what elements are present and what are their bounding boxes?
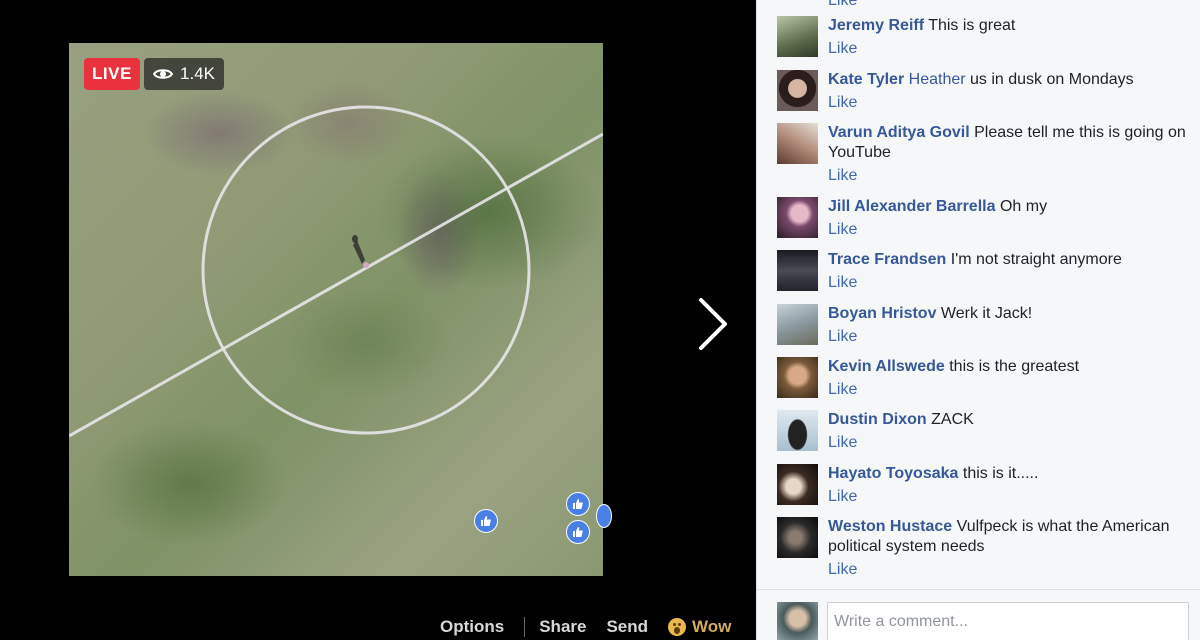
- like-link[interactable]: Like: [828, 433, 974, 453]
- comment-item: Kate Tyler Heather us in dusk on Mondays…: [777, 70, 1197, 113]
- comment-text: I'm not straight anymore: [950, 251, 1122, 268]
- comment-text: This is great: [928, 17, 1016, 34]
- like-reaction-icon: [566, 520, 590, 544]
- soccer-field-image: [69, 105, 603, 438]
- viewer-count: 1.4K: [180, 64, 215, 83]
- comment-item: Jill Alexander Barrella Oh my Like: [777, 197, 1197, 240]
- avatar[interactable]: [777, 250, 818, 291]
- options-button[interactable]: Options: [440, 617, 504, 637]
- like-link[interactable]: Like: [828, 487, 1038, 507]
- mention-link[interactable]: Heather: [909, 71, 966, 88]
- comment-text: this is it.....: [962, 465, 1039, 482]
- commenter-name[interactable]: Jill Alexander Barrella: [828, 198, 996, 215]
- commenter-name[interactable]: Dustin Dixon: [828, 411, 927, 428]
- avatar[interactable]: [777, 16, 818, 57]
- actions-divider: [524, 617, 526, 637]
- commenter-name[interactable]: Hayato Toyosaka: [828, 465, 958, 482]
- comments-panel: Like Jeremy Reiff This is great Like Kate…: [756, 0, 1200, 640]
- comment-item: Boyan Hristov Werk it Jack! Like: [777, 304, 1197, 347]
- comment-item: Kevin Allswede this is the greatest Like: [777, 357, 1197, 400]
- comment-input[interactable]: [828, 603, 1200, 640]
- eye-icon: [153, 69, 173, 79]
- comment-text: Werk it Jack!: [940, 305, 1033, 322]
- avatar[interactable]: [777, 517, 818, 558]
- live-badge: LIVE: [84, 58, 140, 90]
- comment-text: ZACK: [931, 411, 974, 428]
- like-reaction-icon: [566, 492, 590, 516]
- commenter-name[interactable]: Weston Hustace: [828, 518, 952, 535]
- like-link[interactable]: Like: [828, 560, 1197, 580]
- next-video-chevron-icon[interactable]: [696, 296, 730, 352]
- comment-text: Oh my: [999, 198, 1048, 215]
- commenter-name[interactable]: Varun Aditya Govil: [828, 124, 970, 141]
- commenter-name[interactable]: Kevin Allswede: [828, 358, 945, 375]
- comment-text: us in dusk on Mondays: [970, 71, 1134, 88]
- commenter-name[interactable]: Kate Tyler: [828, 71, 904, 88]
- comment-item: Hayato Toyosaka this is it..... Like: [777, 464, 1197, 507]
- avatar[interactable]: [777, 197, 818, 238]
- share-button[interactable]: Share: [539, 617, 586, 637]
- like-link[interactable]: Like: [828, 380, 1079, 400]
- composer-divider: [757, 589, 1200, 590]
- comment-item: Varun Aditya Govil Please tell me this i…: [777, 123, 1197, 186]
- like-reaction-icon: [474, 509, 498, 533]
- commenter-name[interactable]: Trace Frandsen: [828, 251, 946, 268]
- commenter-name[interactable]: Boyan Hristov: [828, 305, 936, 322]
- avatar[interactable]: [777, 464, 818, 505]
- like-link[interactable]: Like: [828, 273, 1122, 293]
- avatar[interactable]: [777, 70, 818, 111]
- avatar[interactable]: [777, 357, 818, 398]
- wow-reaction-button[interactable]: Wow: [668, 617, 731, 637]
- commenter-name[interactable]: Jeremy Reiff: [828, 17, 924, 34]
- like-link[interactable]: Like: [828, 220, 1047, 240]
- comment-item: Jeremy Reiff This is great Like: [777, 16, 1197, 59]
- like-reaction-icon: [596, 504, 612, 528]
- like-link[interactable]: Like: [828, 327, 1032, 347]
- send-button[interactable]: Send: [606, 617, 648, 637]
- like-link[interactable]: Like: [828, 166, 1197, 186]
- comment-text: this is the greatest: [949, 358, 1080, 375]
- live-video[interactable]: [69, 43, 603, 576]
- avatar[interactable]: [777, 410, 818, 451]
- video-actions-bar: Options Share Send Wow: [440, 614, 751, 640]
- like-link[interactable]: Like: [828, 93, 1134, 113]
- like-link[interactable]: Like: [828, 0, 857, 10]
- wow-face-icon: [668, 618, 687, 636]
- wow-label: Wow: [692, 617, 732, 636]
- avatar[interactable]: [777, 123, 818, 164]
- comment-composer[interactable]: [827, 602, 1200, 640]
- current-user-avatar: [777, 602, 818, 640]
- video-stage: LIVE 1.4K Options Share Send Wow: [0, 0, 756, 640]
- comment-item: Trace Frandsen I'm not straight anymore L…: [777, 250, 1197, 293]
- viewer-count-badge: 1.4K: [144, 58, 224, 90]
- like-link[interactable]: Like: [828, 39, 1015, 59]
- avatar[interactable]: [777, 304, 818, 345]
- comment-item: Weston Hustace Vulfpeck is what the Amer…: [777, 517, 1197, 580]
- comment-item: Dustin Dixon ZACK Like: [777, 410, 1197, 453]
